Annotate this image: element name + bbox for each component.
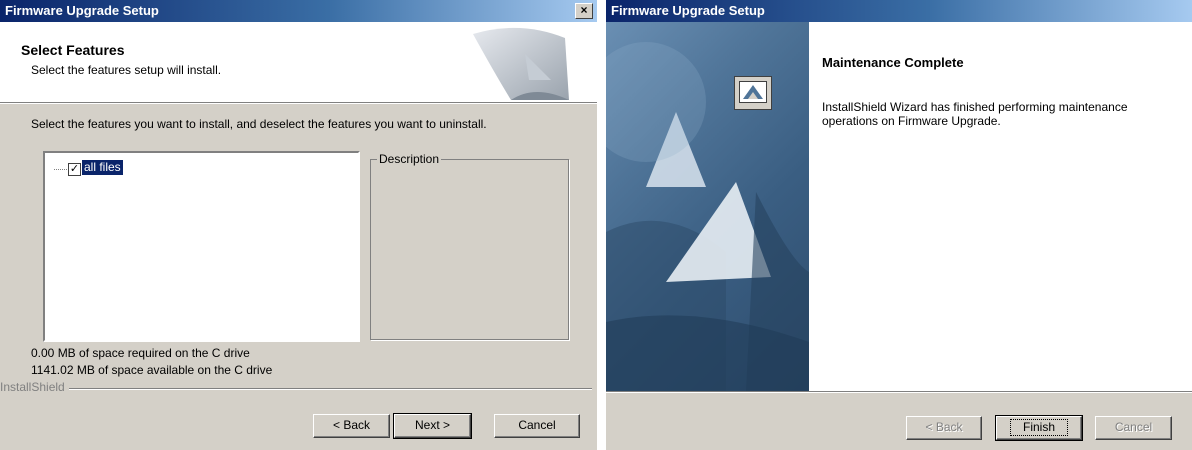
installshield-brand: InstallShield	[0, 380, 69, 394]
window-title: Firmware Upgrade Setup	[611, 3, 765, 18]
back-button-label: < Back	[925, 420, 963, 434]
next-button[interactable]: Next >	[393, 413, 472, 439]
brand-rule	[60, 388, 592, 390]
sail-art-graphic	[606, 42, 809, 391]
title-bar[interactable]: Firmware Upgrade Setup	[606, 0, 1192, 22]
description-label: Description	[377, 152, 442, 166]
back-button-label: < Back	[332, 418, 371, 432]
next-button-label: Next >	[414, 418, 450, 432]
page-subtitle: Select the features setup will install.	[31, 63, 222, 77]
finish-button[interactable]: Finish	[995, 415, 1083, 441]
cancel-button-label: Cancel	[1114, 420, 1153, 434]
brand-separator: InstallShield	[0, 380, 597, 396]
page-title: Select Features	[21, 42, 125, 58]
back-button[interactable]: < Back	[906, 416, 982, 440]
completion-message: InstallShield Wizard has finished perfor…	[822, 100, 1128, 128]
wizard-content-panel	[809, 22, 1192, 391]
space-required-text: 0.00 MB of space required on the C drive	[31, 346, 250, 360]
wizard-side-panel	[606, 22, 809, 391]
close-icon[interactable]: ×	[575, 3, 593, 19]
tree-connector	[54, 169, 69, 170]
tree-item-all-files[interactable]: all files	[82, 160, 123, 175]
instruction-text: Select the features you want to install,…	[31, 117, 487, 131]
title-bar[interactable]: Firmware Upgrade Setup ×	[0, 0, 597, 22]
cancel-button-label: Cancel	[518, 418, 556, 432]
finish-button-label: Finish	[1009, 419, 1068, 436]
cancel-button[interactable]: Cancel	[494, 414, 580, 438]
space-available-text: 1141.02 MB of space available on the C d…	[31, 363, 273, 377]
checkbox-icon[interactable]: ✓	[68, 163, 81, 176]
monitor-screen	[739, 81, 767, 103]
feature-tree[interactable]: ✓ all files	[43, 151, 360, 342]
installshield-graphic-icon	[473, 27, 569, 100]
dialog-header: Select Features Select the features setu…	[0, 22, 597, 102]
header-divider	[0, 102, 597, 104]
monitor-icon	[734, 76, 772, 110]
maintenance-complete-dialog: Firmware Upgrade Setup Maintenance Compl…	[606, 0, 1192, 450]
back-button[interactable]: < Back	[313, 414, 390, 438]
button-separator	[606, 391, 1192, 393]
select-features-dialog: Firmware Upgrade Setup × Select Features…	[0, 0, 597, 450]
window-title: Firmware Upgrade Setup	[5, 3, 159, 18]
description-group: Description	[370, 152, 569, 340]
completion-heading: Maintenance Complete	[822, 55, 964, 70]
cancel-button[interactable]: Cancel	[1095, 416, 1172, 440]
